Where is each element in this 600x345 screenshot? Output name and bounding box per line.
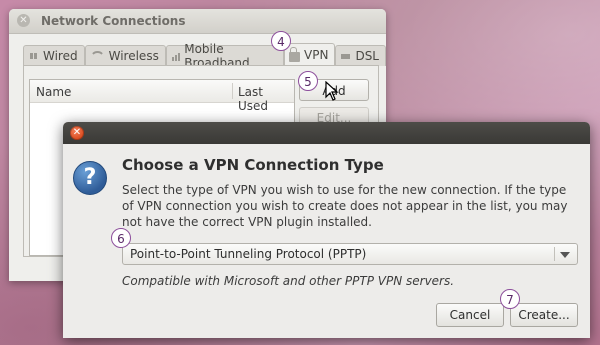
mouse-cursor-icon bbox=[325, 81, 339, 101]
vpn-type-selected: Point-to-Point Tunneling Protocol (PPTP) bbox=[130, 247, 367, 261]
tab-dsl[interactable]: DSL bbox=[335, 45, 386, 66]
close-icon[interactable]: ✕ bbox=[17, 14, 30, 27]
tab-label: Wired bbox=[43, 49, 78, 63]
tab-vpn[interactable]: VPN bbox=[284, 43, 336, 66]
column-divider bbox=[232, 83, 233, 99]
wireless-icon bbox=[89, 51, 105, 63]
titlebar: ✕ Network Connections bbox=[9, 9, 386, 34]
tab-label: DSL bbox=[355, 49, 379, 63]
connection-tabs: Wired Wireless Mobile Broadband VPN DSL bbox=[23, 42, 386, 70]
window-title: Network Connections bbox=[41, 14, 186, 28]
create-button[interactable]: Create... bbox=[510, 303, 578, 327]
mobile-broadband-icon bbox=[170, 51, 181, 61]
callout-marker: 6 bbox=[111, 228, 131, 248]
vpn-type-select[interactable]: Point-to-Point Tunneling Protocol (PPTP) bbox=[122, 243, 578, 265]
tab-wireless[interactable]: Wireless bbox=[84, 45, 166, 66]
question-icon: ? bbox=[73, 161, 107, 195]
compatibility-note: Compatible with Microsoft and other PPTP… bbox=[122, 274, 455, 288]
tab-label: Wireless bbox=[108, 49, 159, 63]
wired-icon bbox=[28, 51, 39, 61]
select-divider bbox=[554, 247, 555, 261]
dialog-titlebar: ✕ bbox=[63, 122, 590, 144]
column-header-name[interactable]: Name bbox=[36, 85, 71, 99]
list-header: Name Last Used bbox=[30, 80, 294, 113]
tab-wired[interactable]: Wired bbox=[23, 45, 85, 66]
tab-label: VPN bbox=[304, 48, 329, 62]
cancel-button[interactable]: Cancel bbox=[436, 303, 504, 327]
dsl-icon bbox=[340, 51, 352, 61]
close-icon[interactable]: ✕ bbox=[70, 126, 84, 140]
dialog-description: Select the type of VPN you wish to use f… bbox=[122, 183, 568, 229]
dialog-heading: Choose a VPN Connection Type bbox=[122, 156, 384, 174]
callout-marker: 4 bbox=[271, 31, 291, 51]
callout-marker: 5 bbox=[298, 71, 318, 91]
chevron-down-icon bbox=[560, 252, 570, 258]
tab-mobile-broadband[interactable]: Mobile Broadband bbox=[165, 42, 285, 70]
lock-icon bbox=[289, 47, 301, 62]
column-header-last-used[interactable]: Last Used bbox=[238, 85, 294, 113]
callout-marker: 7 bbox=[500, 289, 520, 309]
